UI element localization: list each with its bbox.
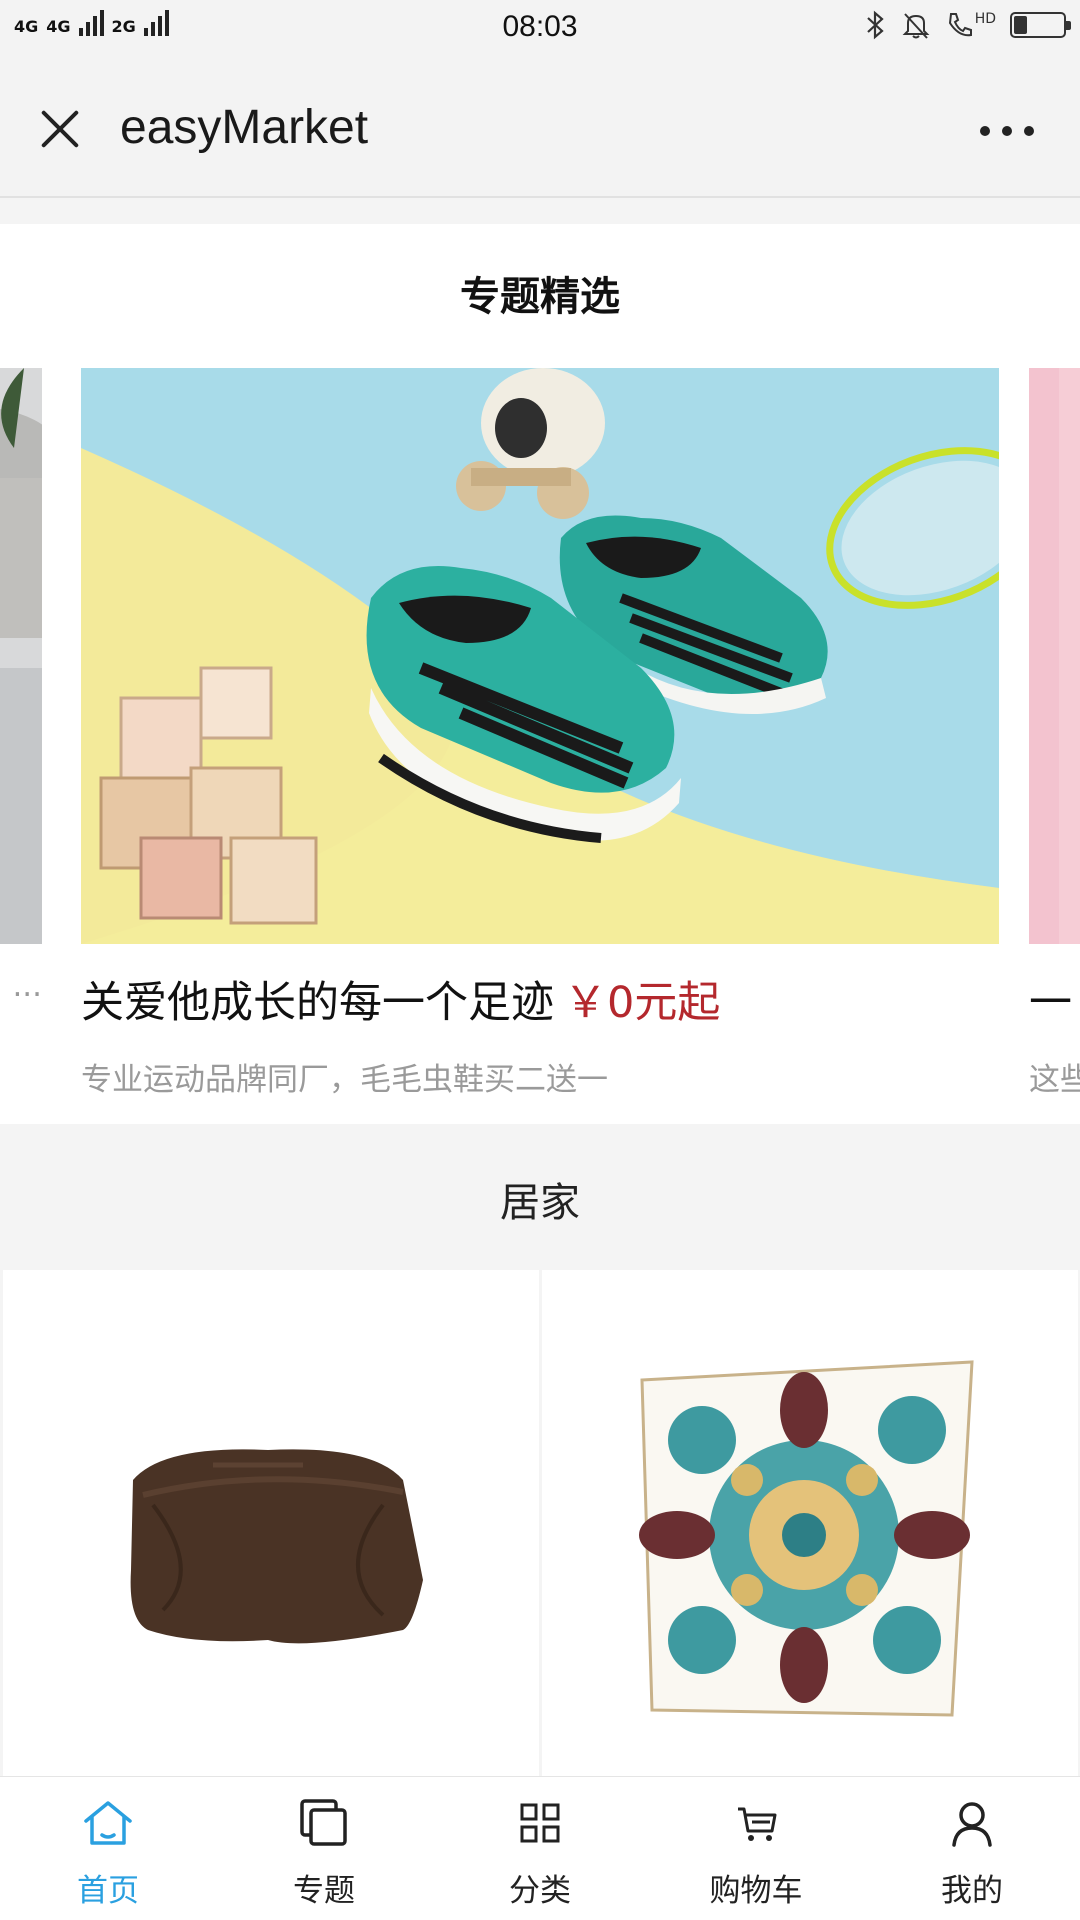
tab-label: 我的 <box>941 1873 1003 1909</box>
bell-mute-icon <box>902 13 930 39</box>
plant-pot-image <box>0 368 42 944</box>
kids-shoes-image <box>81 368 999 944</box>
topic-title-text: 关爱他成长的每一个足迹 <box>81 978 554 1028</box>
topic-title: 关爱他成长的每一个足迹 ￥0元起 <box>81 968 999 1030</box>
section-heading: 专题精选 <box>460 274 620 320</box>
category-header[interactable]: 居家 <box>0 1124 1080 1270</box>
battery-fill <box>1014 16 1027 34</box>
tab-category[interactable]: 分类 <box>432 1777 648 1920</box>
tab-topic[interactable]: 专题 <box>216 1777 432 1920</box>
page-title: easyMarket <box>120 101 369 154</box>
topic-title: 一 <box>1029 978 1072 1028</box>
topic-price: ￥0元起 <box>564 978 721 1028</box>
tab-cart[interactable]: 购物车 <box>648 1777 864 1920</box>
product-card[interactable] <box>542 1270 1078 1790</box>
topic-image <box>81 368 999 944</box>
product-card[interactable] <box>3 1270 539 1790</box>
more-options-button[interactable] <box>974 118 1040 144</box>
bottom-tab-bar: 首页 专题 分类 购物车 我的 <box>0 1776 1080 1920</box>
cart-icon <box>738 1807 777 1841</box>
category-title: 居家 <box>500 1180 580 1226</box>
user-icon <box>952 1802 992 1847</box>
topic-icon <box>300 1799 347 1846</box>
product-grid <box>0 1270 1080 1790</box>
close-button[interactable] <box>30 98 90 158</box>
topic-subtitle: 专业运动品牌同厂，毛毛虫鞋买二送一 <box>81 1062 608 1098</box>
phone-hd-icon <box>948 13 972 37</box>
cushion-image <box>639 1360 974 1717</box>
bluetooth-icon <box>866 10 884 40</box>
dot-icon <box>1002 126 1012 136</box>
pink-product-image <box>1029 368 1080 944</box>
title-bar: easyMarket <box>0 56 1080 198</box>
dot-icon <box>1024 126 1034 136</box>
status-icons: HD <box>865 10 1071 40</box>
tab-label: 分类 <box>509 1873 571 1909</box>
topic-slide[interactable]: 一 这些 <box>1029 368 1080 1099</box>
dot-icon <box>980 126 990 136</box>
tab-label: 购物车 <box>709 1873 803 1909</box>
tab-label: 首页 <box>77 1873 139 1909</box>
category-icon <box>520 1803 560 1843</box>
battery-icon <box>1010 12 1071 38</box>
topic-image <box>1029 368 1080 944</box>
topic-subtitle: ... <box>12 968 42 1004</box>
tab-home[interactable]: 首页 <box>0 1777 216 1920</box>
status-bar: 4G 4G 2G 08:03 HD <box>0 0 1080 56</box>
topic-slide[interactable]: 关爱他成长的每一个足迹 ￥0元起 专业运动品牌同厂，毛毛虫鞋买二送一 <box>81 368 999 1099</box>
topic-section: 专题精选 ... 关爱他成长的每一个足迹 ￥0元起 专业运动品牌同厂，毛毛虫鞋买… <box>0 224 1080 1124</box>
page: 4G 4G 2G 08:03 HD easyMarket 专题精选 ... 关爱… <box>0 0 1080 1920</box>
hd-label: HD <box>974 11 996 27</box>
topic-subtitle: 这些 <box>1029 1062 1080 1098</box>
topic-image <box>0 368 42 944</box>
tab-profile[interactable]: 我的 <box>864 1777 1080 1920</box>
home-icon <box>84 1801 132 1845</box>
tab-label: 专题 <box>293 1873 355 1909</box>
topic-carousel[interactable]: ... 关爱他成长的每一个足迹 ￥0元起 专业运动品牌同厂，毛毛虫鞋买二送一 一… <box>0 368 1080 1108</box>
topic-slide[interactable]: ... <box>0 368 42 1004</box>
beanbag-image <box>130 1449 423 1644</box>
